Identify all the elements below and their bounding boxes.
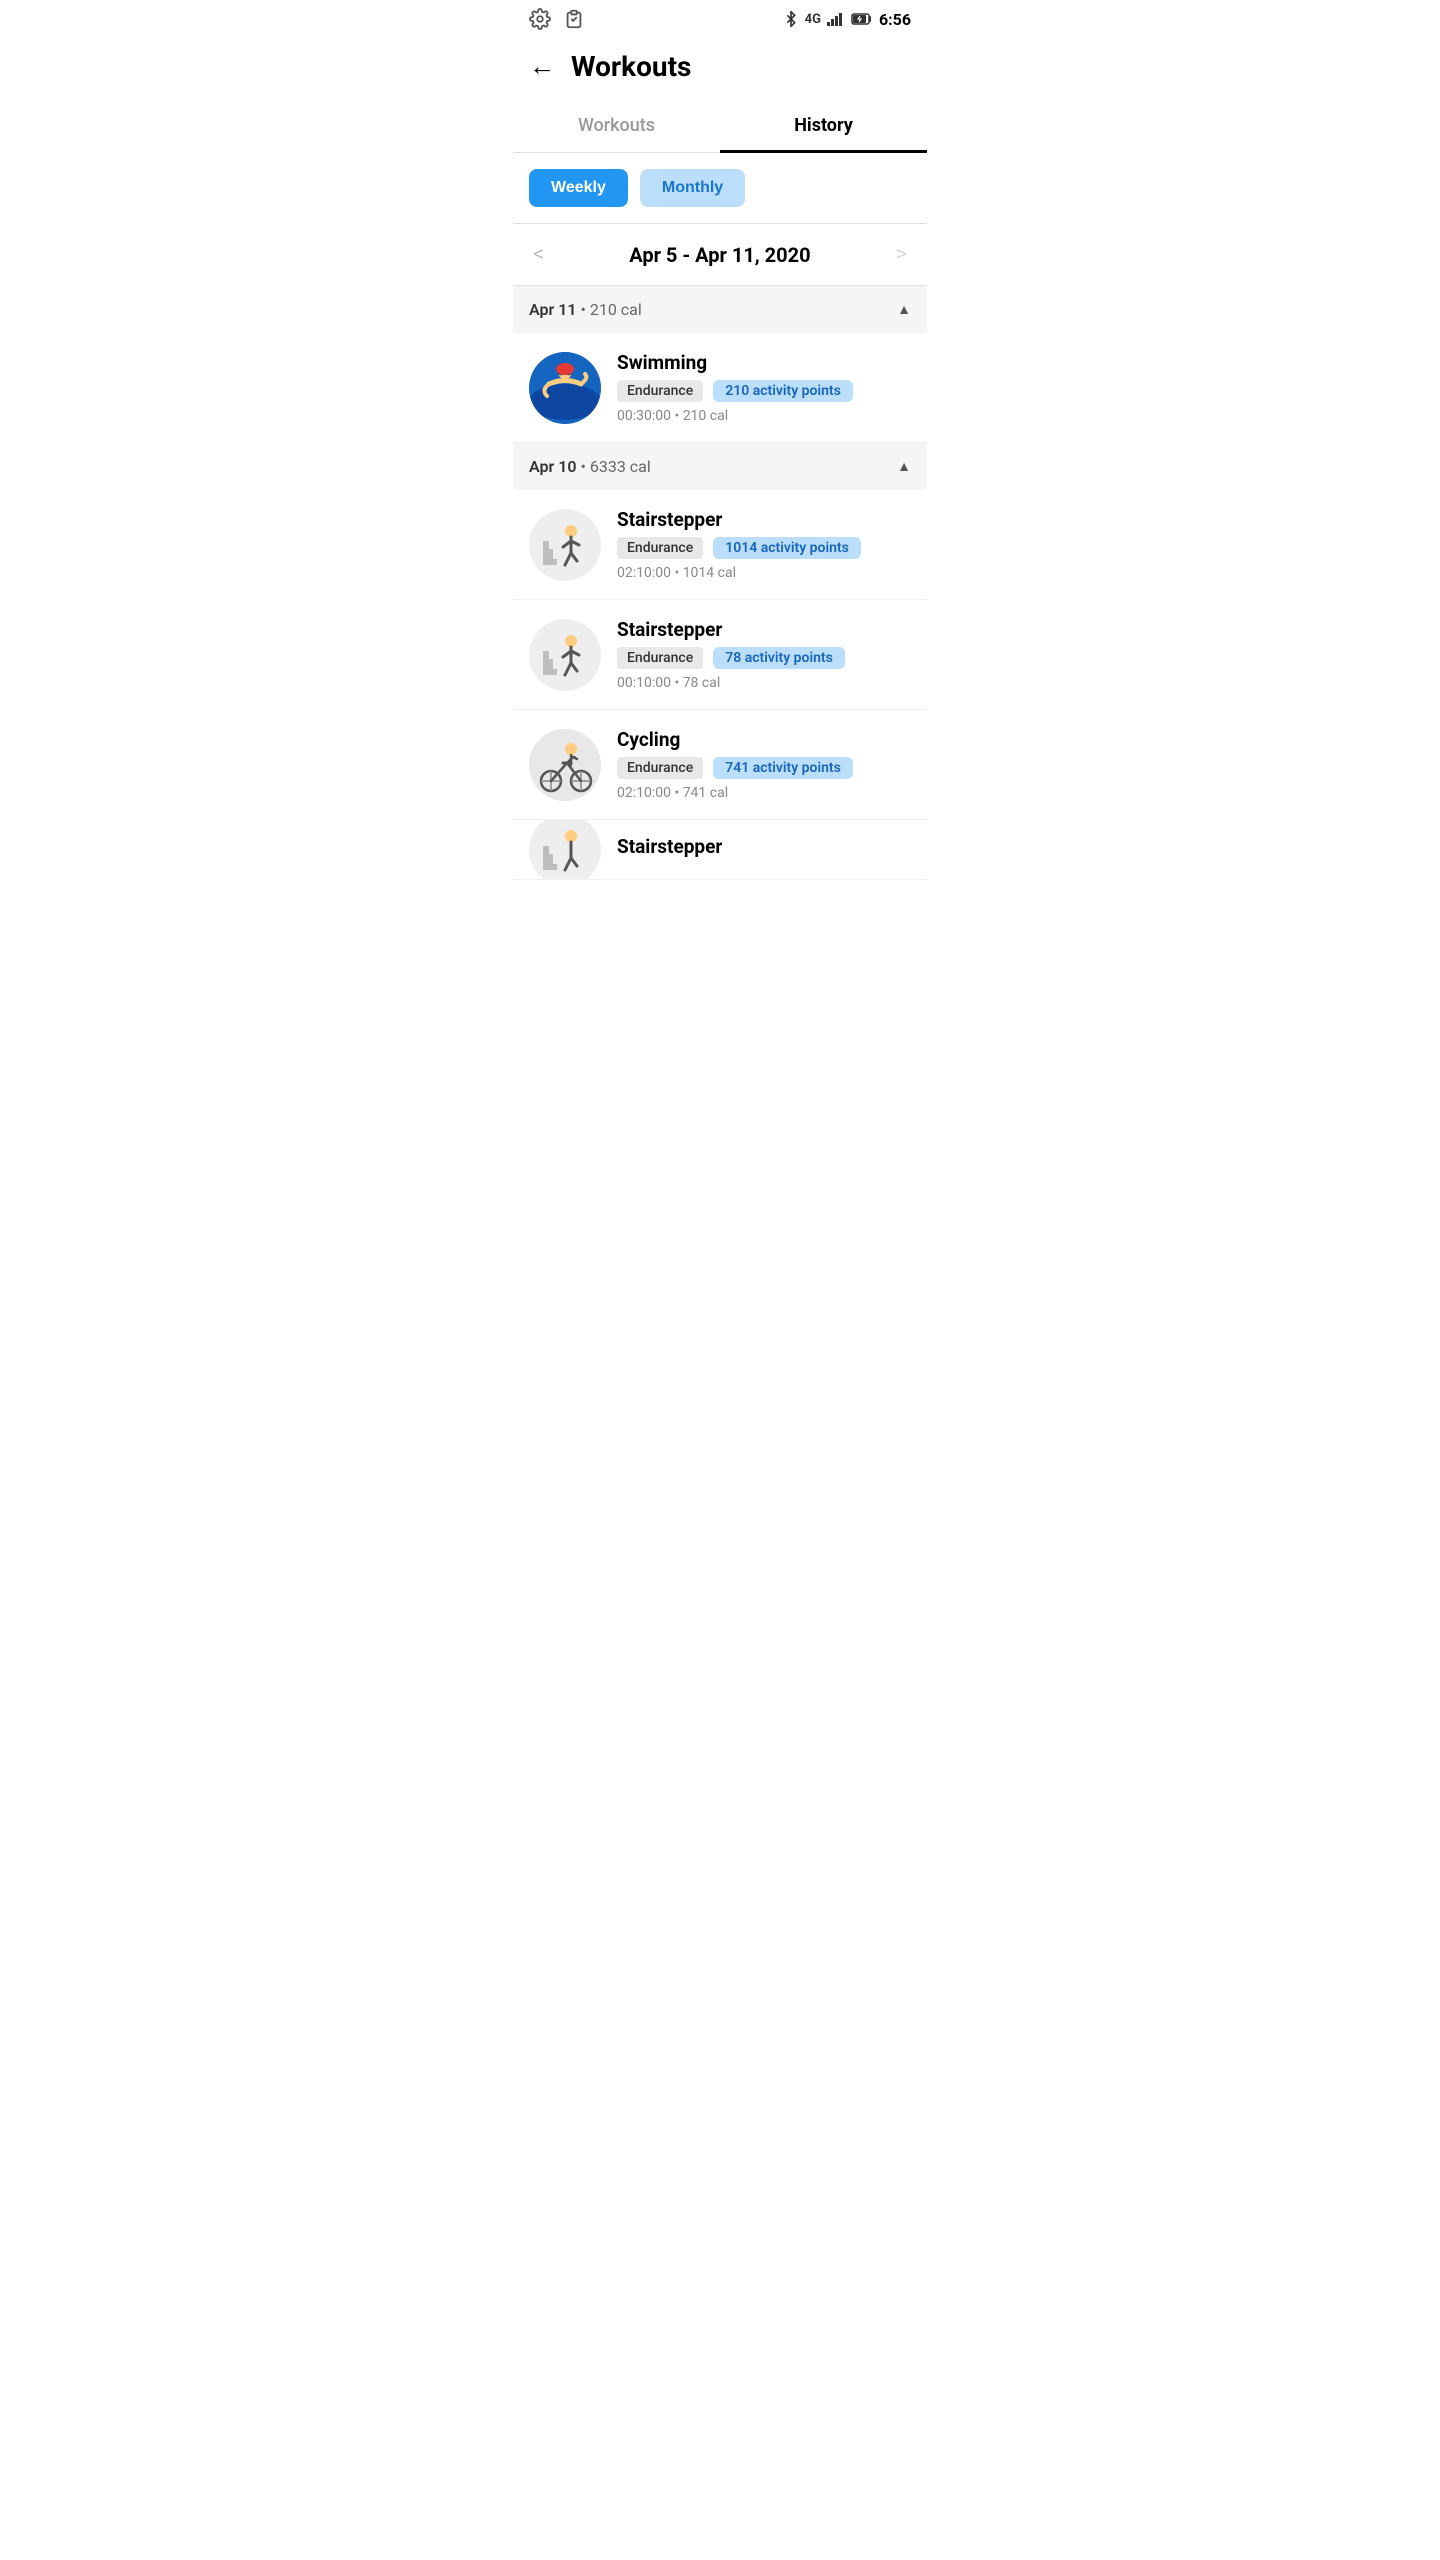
signal-icon [827,12,845,26]
stair-illustration-3 [529,820,601,880]
bluetooth-icon [783,11,799,27]
battery-icon [851,12,873,26]
workout-avatar-stair2 [529,619,601,691]
collapse-icon-apr11: ▲ [897,301,911,318]
network-label: 4G [805,12,821,27]
workout-tags-swimming: Endurance 210 activity points [617,380,911,402]
filter-row: Weekly Monthly [513,153,927,224]
workout-item-cycling[interactable]: Cycling Endurance 741 activity points 02… [513,710,927,820]
date-navigation: < Apr 5 - Apr 11, 2020 > [513,224,927,286]
workout-avatar-stair1 [529,509,601,581]
workout-avatar-stair3 [529,820,601,880]
tab-bar: Workouts History [513,99,927,153]
workout-meta-cycling: 02:10:00 • 741 cal [617,785,911,801]
workout-tags-cycling: Endurance 741 activity points [617,757,911,779]
status-bar-left-icons [529,8,585,30]
workout-item-stair2[interactable]: Stairstepper Endurance 78 activity point… [513,600,927,710]
workout-avatar-swimming [529,352,601,424]
day-section-apr10[interactable]: Apr 10 • 6333 cal ▲ [513,443,927,490]
workout-item-stair1[interactable]: Stairstepper Endurance 1014 activity poi… [513,490,927,600]
next-date-button[interactable]: > [896,242,907,267]
cycling-illustration [529,729,601,801]
gear-icon [529,8,551,30]
day-info-apr10: Apr 10 • 6333 cal [529,457,651,476]
workout-details-swimming: Swimming Endurance 210 activity points 0… [617,351,911,424]
workout-item-stair3[interactable]: Stairstepper [513,820,927,880]
workout-item-swimming[interactable]: Swimming Endurance 210 activity points 0… [513,333,927,443]
status-bar: 4G 6:56 [513,0,927,38]
tab-workouts[interactable]: Workouts [513,99,720,152]
page-header: ← Workouts [513,38,927,99]
day-section-apr11[interactable]: Apr 11 • 210 cal ▲ [513,286,927,333]
workout-meta-stair1: 02:10:00 • 1014 cal [617,565,911,581]
workout-meta-stair2: 00:10:00 • 78 cal [617,675,911,691]
prev-date-button[interactable]: < [533,242,544,267]
workout-details-cycling: Cycling Endurance 741 activity points 02… [617,728,911,801]
day-info-apr11: Apr 11 • 210 cal [529,300,642,319]
filter-monthly-button[interactable]: Monthly [640,169,745,207]
workout-details-stair3: Stairstepper [617,835,911,864]
workout-details-stair1: Stairstepper Endurance 1014 activity poi… [617,508,911,581]
page-title: Workouts [571,50,691,83]
workout-tags-stair2: Endurance 78 activity points [617,647,911,669]
clipboard-icon [563,8,585,30]
swimming-illustration [529,352,601,424]
workout-meta-swimming: 00:30:00 • 210 cal [617,408,911,424]
workout-details-stair2: Stairstepper Endurance 78 activity point… [617,618,911,691]
time-display: 6:56 [879,10,911,29]
date-range-label: Apr 5 - Apr 11, 2020 [629,243,810,267]
stair-illustration-2 [529,619,601,691]
workout-avatar-cycling [529,729,601,801]
filter-weekly-button[interactable]: Weekly [529,169,628,207]
status-bar-right-icons: 4G 6:56 [783,10,911,29]
back-button[interactable]: ← [529,51,555,82]
workout-tags-stair1: Endurance 1014 activity points [617,537,911,559]
stair-illustration-1 [529,509,601,581]
tab-history[interactable]: History [720,99,927,152]
collapse-icon-apr10: ▲ [897,458,911,475]
